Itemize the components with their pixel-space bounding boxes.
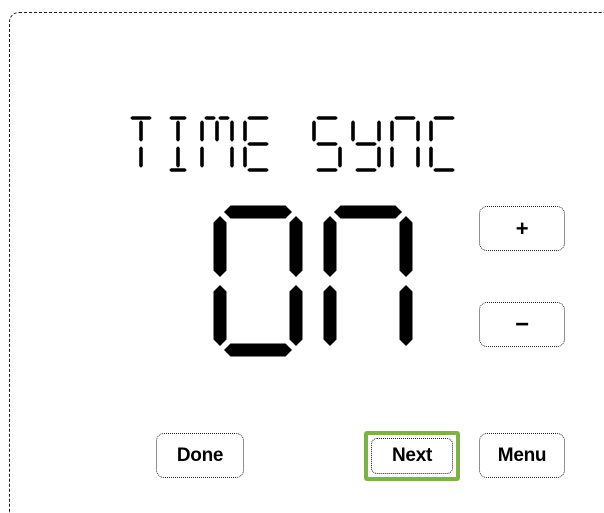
- title-segment: [247, 168, 269, 172]
- next-label: Next: [392, 445, 432, 466]
- title-segment: [247, 116, 269, 120]
- decrease-button[interactable]: −: [479, 302, 565, 347]
- title-segment: [247, 142, 269, 146]
- title-segment: [433, 168, 455, 172]
- title-segment: [316, 142, 338, 146]
- value-segment: [289, 285, 303, 346]
- title-segment: [316, 116, 338, 120]
- increase-button[interactable]: +: [479, 206, 565, 251]
- title-segment: [200, 146, 204, 168]
- title-segment: [230, 146, 234, 168]
- title-segment: [204, 116, 216, 120]
- next-button-inner: Next: [371, 438, 453, 474]
- title-segment: [218, 116, 230, 120]
- value-segment: [399, 285, 413, 346]
- next-button[interactable]: Next: [364, 431, 460, 481]
- value-segment: [224, 205, 292, 219]
- title-segment: [377, 120, 381, 142]
- title-segment: [169, 116, 187, 120]
- menu-label: Menu: [497, 444, 547, 466]
- title-segment: [390, 120, 394, 142]
- title-segment: [355, 142, 377, 146]
- title-segment: [130, 116, 152, 120]
- value-segment: [334, 205, 402, 219]
- title-segment: [416, 146, 420, 168]
- title-segment: [429, 146, 433, 168]
- value-segment: [399, 216, 413, 277]
- title-segment: [338, 146, 342, 168]
- title-segment: [176, 146, 180, 168]
- title-segment: [390, 146, 394, 168]
- title-segment: [312, 120, 316, 142]
- minus-icon: −: [515, 310, 529, 338]
- title-segment: [394, 116, 416, 120]
- title-segment: [176, 120, 180, 142]
- value-segment: [213, 285, 227, 346]
- title-segment: [351, 120, 355, 142]
- title-segments: [130, 116, 455, 172]
- done-button[interactable]: Done: [156, 433, 244, 478]
- title-segment: [243, 146, 247, 168]
- value-segment: [323, 285, 337, 346]
- title-segment: [316, 168, 338, 172]
- value-segments: [213, 205, 413, 357]
- value-segment: [289, 216, 303, 277]
- title-segment: [139, 146, 143, 168]
- value-segment: [213, 216, 227, 277]
- value-segment: [323, 216, 337, 277]
- title-segment: [230, 120, 234, 142]
- title-segment: [377, 146, 381, 168]
- done-label: Done: [176, 444, 224, 466]
- title-segment: [355, 168, 377, 172]
- title-segment: [429, 120, 433, 142]
- title-segment: [416, 120, 420, 142]
- title-segment: [139, 120, 143, 142]
- title-segment: [215, 120, 219, 142]
- title-segment: [433, 116, 455, 120]
- title-segment: [200, 120, 204, 142]
- value-segment: [224, 343, 292, 357]
- menu-button[interactable]: Menu: [479, 433, 565, 478]
- title-segment: [243, 120, 247, 142]
- plus-icon: +: [515, 215, 529, 241]
- title-segment: [169, 168, 187, 172]
